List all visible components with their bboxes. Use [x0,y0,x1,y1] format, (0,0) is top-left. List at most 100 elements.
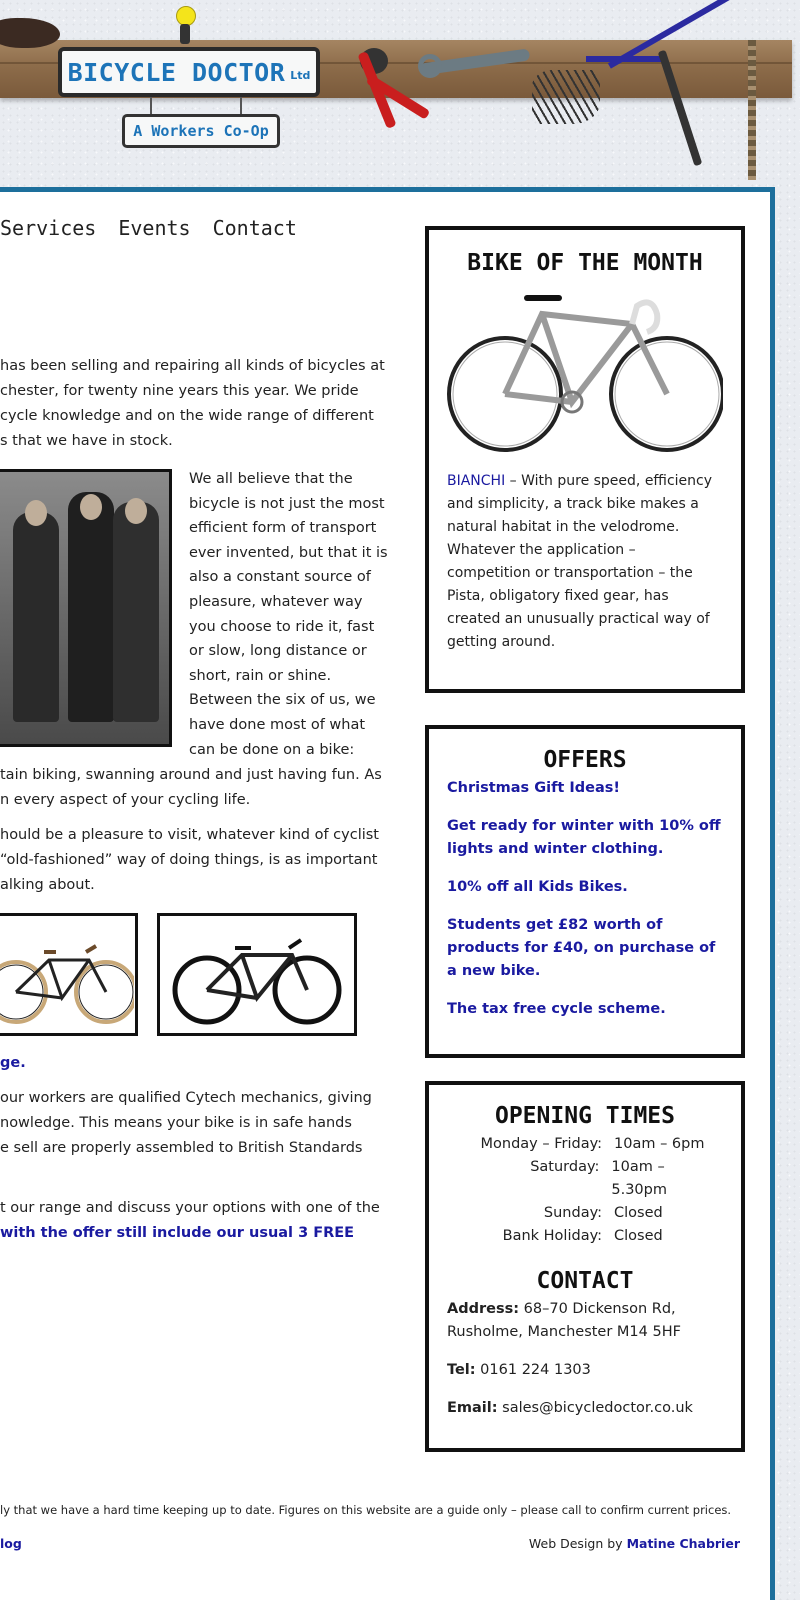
saddle-icon [0,18,60,48]
text-line: pleasure, whatever way [189,593,363,610]
contact-email: Email: sales@bicycledoctor.co.uk [447,1397,723,1420]
nav-item-contact[interactable]: Contact [213,216,297,240]
hours-row: Bank Holiday: Closed [447,1225,723,1248]
bianchi-bike-image[interactable] [447,284,723,464]
allen-keys-icon [532,70,600,124]
hours-row: Sunday: Closed [447,1202,723,1225]
offer-text-line: with the offer still include our usual 3… [0,1225,355,1241]
bike-of-month-description: BIANCHI – With pure speed, efficiency an… [447,470,723,654]
range-link[interactable]: ge. [0,1051,26,1076]
text-line: have done most of what [189,716,366,733]
range-paragraph: t our range and discuss your options wit… [0,1196,400,1246]
hours-value: Closed [614,1228,663,1244]
design-credit: Web Design by Matine Chabrier [529,1536,740,1551]
text-line: hould be a pleasure to visit, whatever k… [0,827,379,843]
text-line: also a constant source of [189,569,371,586]
offer-link[interactable]: Get ready for winter with 10% off lights… [447,815,723,861]
opening-times-title: OPENING TIMES [494,1103,675,1129]
text-line: our workers are qualified Cytech mechani… [0,1090,372,1106]
address-value: 68–70 Dickenson Rd, [519,1301,676,1317]
footer-blog-link[interactable]: log [0,1536,22,1551]
tel-value: 0161 224 1303 [475,1362,591,1378]
text-line: efficient form of transport [189,520,377,537]
offers-box: OFFERS Christmas Gift Ideas! Get ready f… [425,725,745,1058]
text-line: “old-fashioned” way of doing things, is … [0,852,378,868]
contact-address: Address: 68–70 Dickenson Rd, [447,1298,723,1321]
intro-line: cycle knowledge and on the wide range of… [0,408,374,424]
text-line: or slow, long distance or [189,643,367,660]
logo-ltd: Ltd [290,68,311,82]
text-line: e sell are properly assembled to British… [0,1140,363,1156]
text-line: ever invented, but that it is [189,544,388,561]
bicycle-icon [0,943,134,1024]
logo-title: BICYCLE DOCTOR [67,57,286,87]
site-header: BICYCLE DOCTOR Ltd A Workers Co-Op [0,0,800,185]
offer-link[interactable]: 10% off all Kids Bikes. [447,876,723,899]
person-figure [113,502,159,722]
email-link[interactable]: sales@bicycledoctor.co.uk [498,1400,693,1416]
bianchi-link[interactable]: BIANCHI [447,473,505,489]
hours-day: Sunday: [543,1205,602,1221]
nav-item-services[interactable]: Services [0,216,96,240]
bike-photo-hybrid [157,913,357,1036]
contact-title: CONTACT [536,1268,634,1294]
hours-day: Bank Holiday: [502,1228,602,1244]
person-head [25,500,47,526]
bike-of-month-title: BIKE OF THE MONTH [467,250,703,276]
text-line: you choose to ride it, fast [189,618,375,635]
bike-of-month-box: BIKE OF THE MONTH BIANCHI – With pure sp… [425,226,745,693]
text-line: Between the six of us, we [189,692,376,709]
staff-photo [0,469,172,747]
hours-day: Saturday: [530,1159,600,1175]
chain-decoration [748,40,756,180]
smiley-icon [176,6,196,26]
contact-address-line2: Rusholme, Manchester M14 5HF [447,1324,681,1340]
hook-icon [180,24,190,44]
intro-line: s that we have in stock. [0,433,173,449]
pleasure-paragraph: hould be a pleasure to visit, whatever k… [0,823,400,898]
nav-item-events[interactable]: Events [118,216,190,240]
email-label: Email: [447,1400,498,1416]
intro-paragraph: has been selling and repairing all kinds… [0,354,400,454]
person-head [125,498,147,524]
offers-title: OFFERS [543,747,627,773]
text-line: bicycle is not just the most [189,495,385,512]
hours-row: Monday – Friday: 10am – 6pm [447,1133,723,1156]
lever-tool-icon [586,56,666,62]
text-line: can be done on a bike: [189,741,355,758]
offer-link[interactable]: Christmas Gift Ideas! [447,777,723,800]
address-label: Address: [447,1301,520,1317]
offer-link[interactable]: The tax free cycle scheme. [447,998,723,1021]
text-line: short, rain or shine. [189,667,332,684]
text-line: alking about. [0,877,95,893]
opening-contact-box: OPENING TIMES Monday – Friday: 10am – 6p… [425,1081,745,1452]
hours-value: 10am – 5.30pm [611,1159,667,1198]
hours-row: Saturday: 10am – 5.30pm [447,1156,723,1202]
main-nav: Services Events Contact [0,216,297,240]
person-head [80,494,102,520]
text-line: t our range and discuss your options wit… [0,1200,380,1216]
hours-value: 10am – 6pm [614,1136,705,1152]
designer-link[interactable]: Matine Chabrier [627,1536,740,1551]
contact-tel: Tel: 0161 224 1303 [447,1359,723,1382]
hours-day: Monday – Friday: [480,1136,603,1152]
bianchi-description: – With pure speed, efficiency and simpli… [447,473,713,650]
intro-line: has been selling and repairing all kinds… [0,358,385,374]
credit-prefix: Web Design by [528,1536,623,1551]
text-line: nowledge. This means your bike is in saf… [0,1115,352,1131]
text-line: We all believe that the [189,471,353,487]
tel-label: Tel: [447,1362,476,1378]
text-line: tain biking, swanning around and just ha… [0,767,382,783]
person-figure [68,492,114,722]
hours-value: Closed [614,1205,663,1221]
bike-photo-classic [0,913,138,1036]
cycling-life-paragraph: tain biking, swanning around and just ha… [0,763,400,813]
intro-line: chester, for twenty nine years this year… [0,383,359,399]
text-line: n every aspect of your cycling life. [0,792,251,808]
offer-link[interactable]: Students get £82 worth of products for £… [447,914,723,983]
photo-side-text: We all believe that the bicycle is not j… [189,467,389,762]
bicycle-icon [172,937,342,1024]
logo-subtitle: A Workers Co-Op [122,114,280,148]
site-logo[interactable]: BICYCLE DOCTOR Ltd [58,47,320,97]
wrench-head [418,54,442,78]
